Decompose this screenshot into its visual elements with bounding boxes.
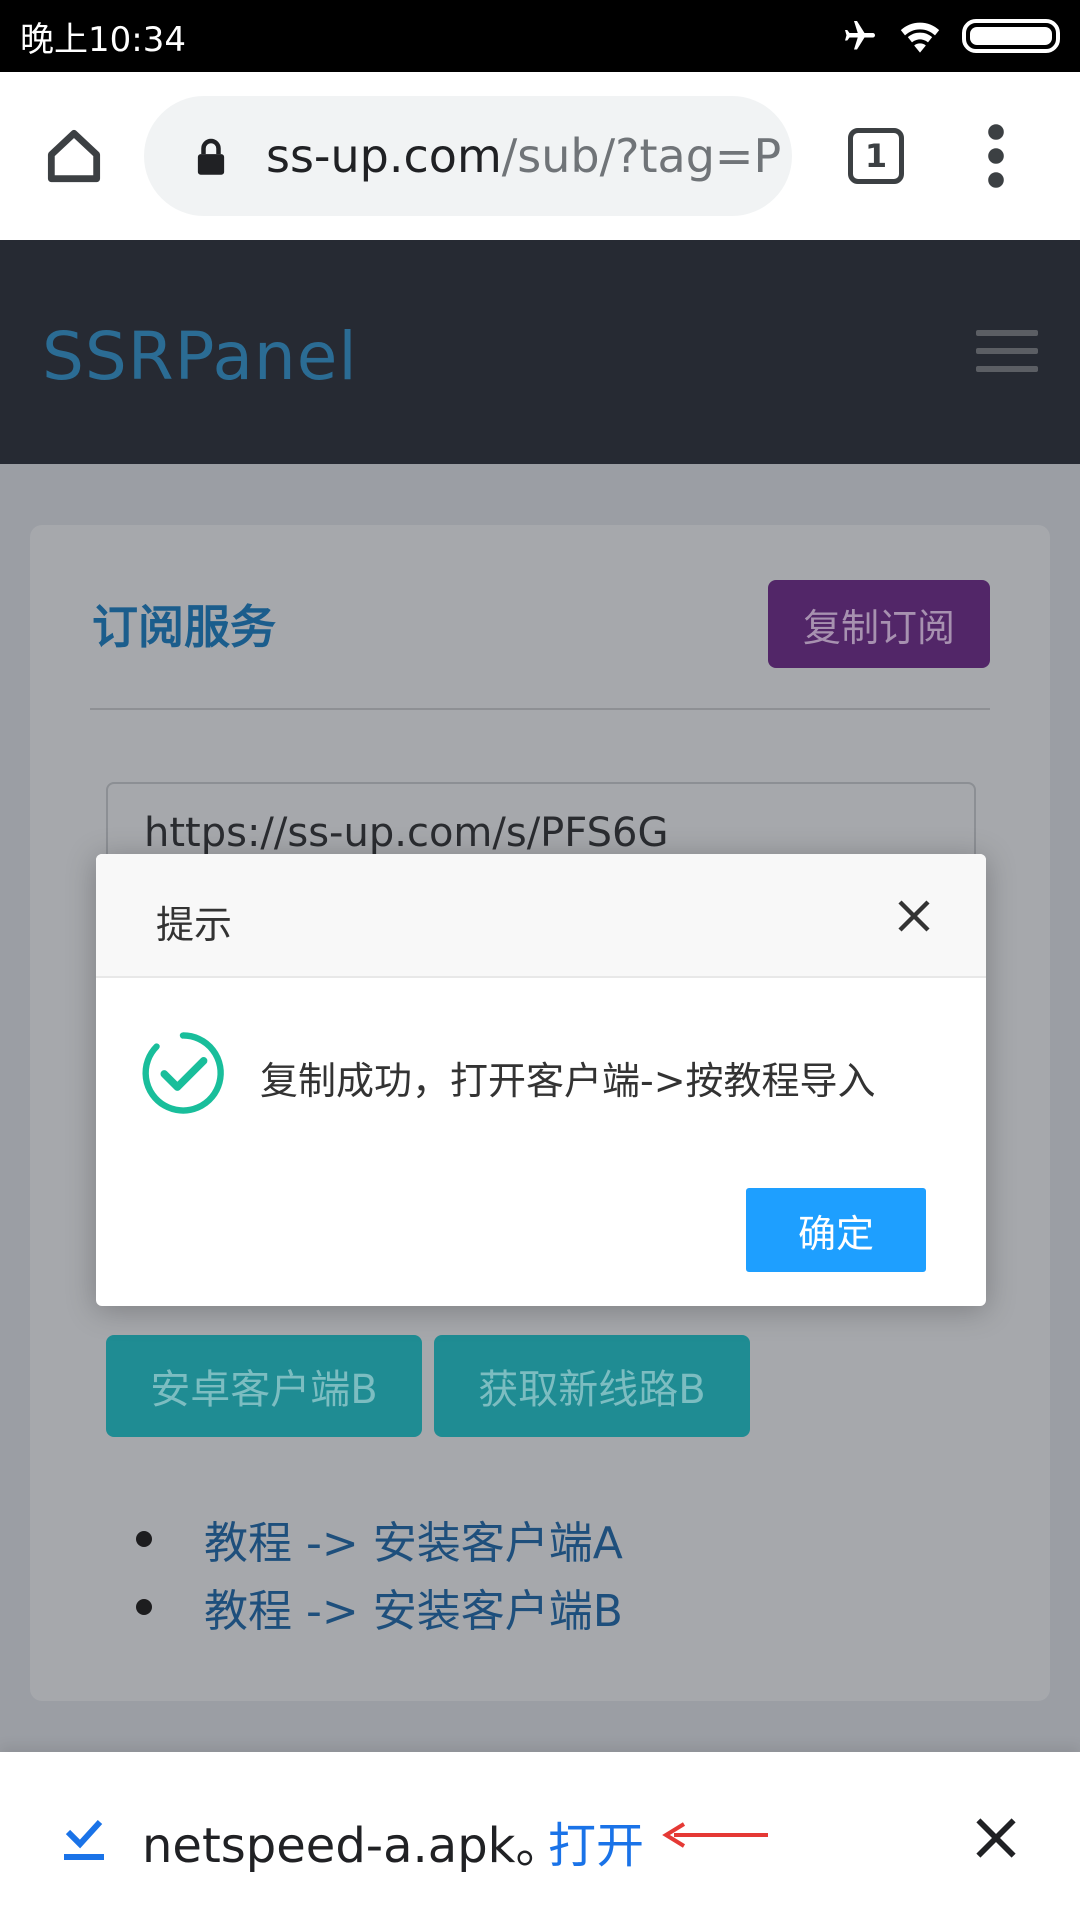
client-button-row: 安卓客户端B 获取新线路B [106, 1335, 750, 1437]
bullet [136, 1531, 152, 1547]
close-icon[interactable] [974, 1816, 1018, 1860]
browser-toolbar: ss-up.com/sub/?tag=P 1 [0, 72, 1080, 240]
dialog-body: 复制成功，打开客户端->按教程导入 确定 [96, 978, 986, 1306]
get-new-route-b-button[interactable]: 获取新线路B [434, 1335, 750, 1437]
alert-dialog: 提示 复制成功，打开客户端->按教程导入 确定 [96, 854, 986, 1306]
wifi-icon [900, 22, 940, 53]
status-bar: 晚上10:34 [0, 0, 1080, 72]
guide-link-a[interactable]: 教程 -> 安装客户端A [204, 1507, 623, 1571]
download-bar: netspeed-a.apk。 打开 [0, 1752, 1080, 1920]
airplane-mode-icon [845, 21, 875, 50]
status-icons [842, 18, 1060, 54]
guide-list: 教程 -> 安装客户端A 教程 -> 安装客户端B [90, 1505, 623, 1641]
card-title: 订阅服务 [92, 600, 276, 654]
success-check-icon [142, 1032, 224, 1114]
annotation-arrow-icon [662, 1822, 768, 1848]
dialog-title: 提示 [156, 903, 233, 947]
home-icon[interactable] [40, 122, 108, 190]
site-header: SSRPanel [0, 240, 1080, 464]
list-item: 教程 -> 安装客户端B [90, 1573, 623, 1641]
list-item: 教程 -> 安装客户端A [90, 1505, 623, 1573]
open-download-link[interactable]: 打开 [548, 1806, 644, 1876]
lock-icon [197, 138, 225, 175]
dialog-header: 提示 [96, 854, 986, 978]
hamburger-menu-icon[interactable] [976, 330, 1038, 384]
bullet [136, 1599, 152, 1615]
android-client-b-button[interactable]: 安卓客户端B [106, 1335, 422, 1437]
address-bar[interactable]: ss-up.com/sub/?tag=P [144, 96, 792, 216]
brand-logo[interactable]: SSRPanel [42, 318, 358, 395]
copy-subscription-button[interactable]: 复制订阅 [768, 580, 990, 668]
download-filename: netspeed-a.apk。 [142, 1818, 564, 1874]
tab-switcher-button[interactable]: 1 [848, 128, 904, 184]
dialog-message: 复制成功，打开客户端->按教程导入 [260, 1059, 876, 1103]
divider [90, 708, 990, 710]
more-menu-icon[interactable] [980, 120, 1012, 192]
battery-icon [962, 19, 1060, 53]
guide-link-b[interactable]: 教程 -> 安装客户端B [204, 1575, 623, 1639]
close-icon[interactable] [894, 896, 934, 936]
url-text: ss-up.com/sub/?tag=P [266, 129, 782, 183]
tab-count: 1 [864, 137, 888, 175]
download-complete-icon [64, 1819, 104, 1860]
confirm-button[interactable]: 确定 [746, 1188, 926, 1272]
status-time: 晚上10:34 [20, 19, 186, 60]
